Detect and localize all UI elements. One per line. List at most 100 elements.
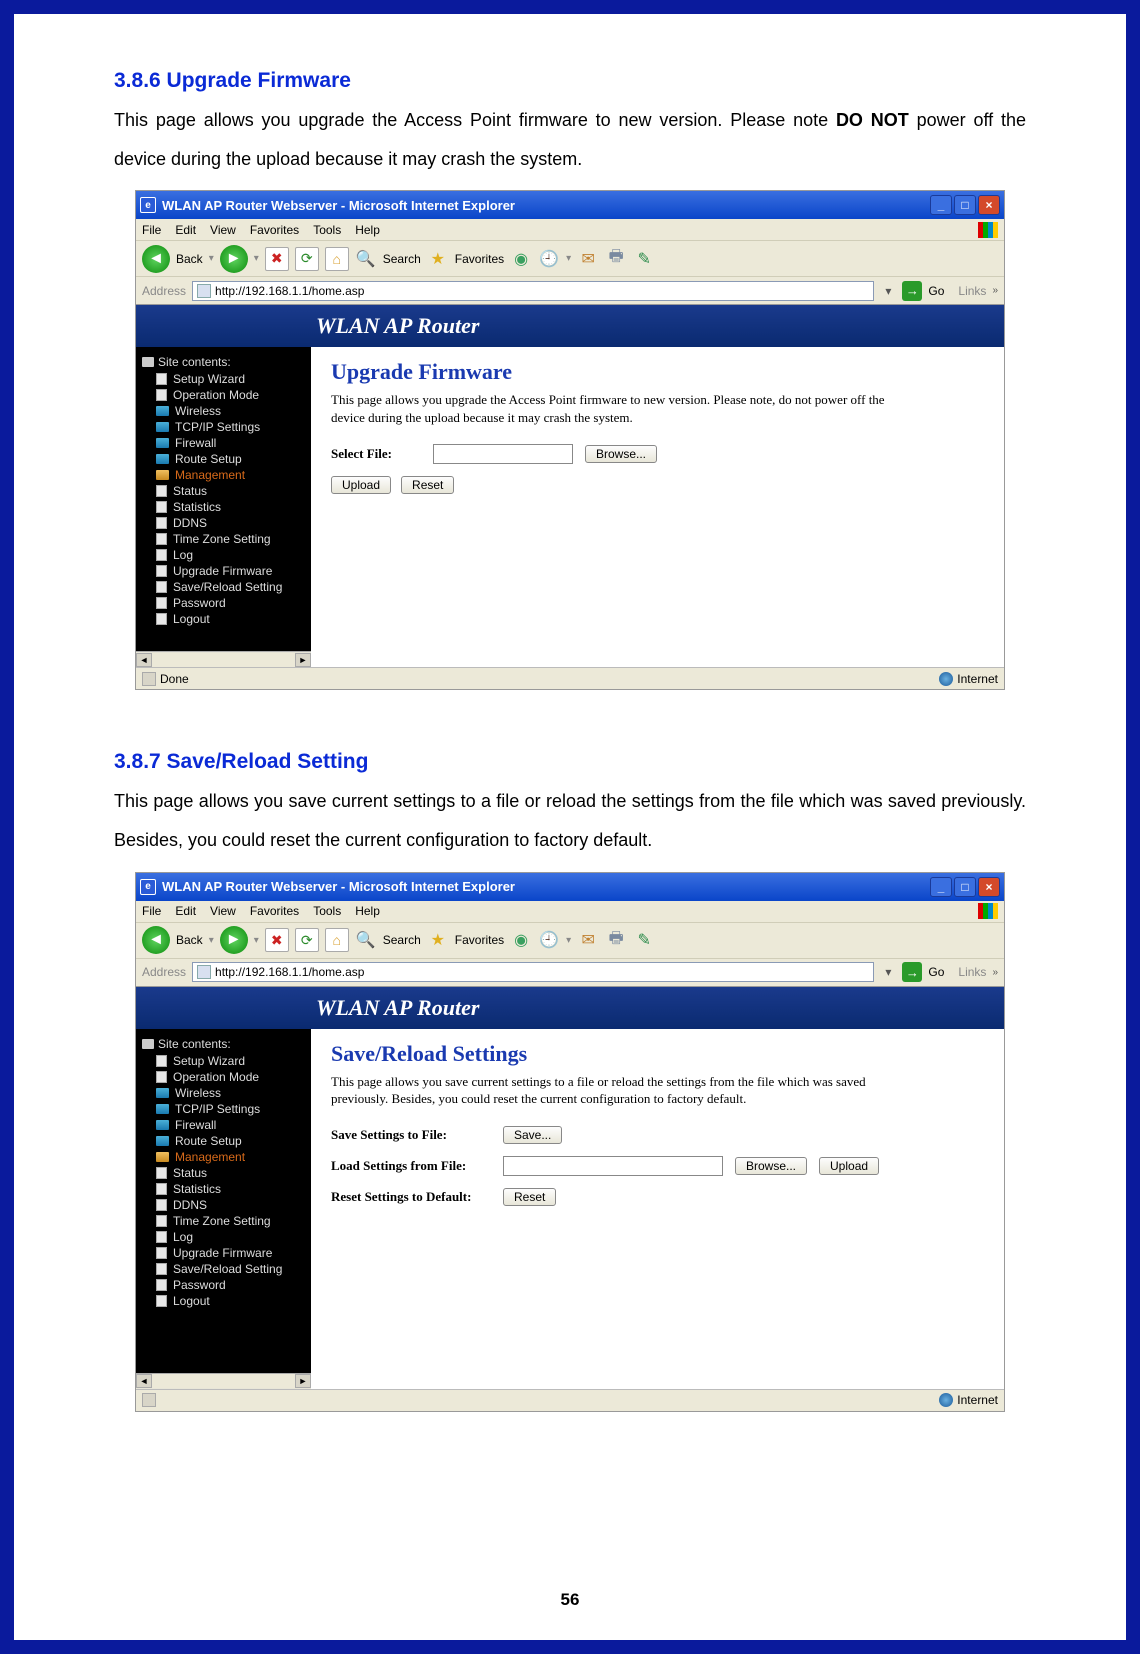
menu-favorites[interactable]: Favorites <box>250 904 299 918</box>
menu-favorites[interactable]: Favorites <box>250 223 299 237</box>
print-icon[interactable]: 🖶 <box>605 929 627 951</box>
sidebar-item-statistics[interactable]: Statistics <box>156 499 305 515</box>
menu-view[interactable]: View <box>210 223 236 237</box>
sidebar-item-management[interactable]: Management <box>156 467 305 483</box>
address-input[interactable]: http://192.168.1.1/home.asp <box>192 962 874 982</box>
sidebar-item-tcpip[interactable]: TCP/IP Settings <box>156 1101 305 1117</box>
menu-view[interactable]: View <box>210 904 236 918</box>
sidebar-item-statistics[interactable]: Statistics <box>156 1181 305 1197</box>
edit-icon[interactable]: ✎ <box>633 929 655 951</box>
fwd-dropdown-icon[interactable]: ▾ <box>254 253 259 264</box>
reset-button[interactable]: Reset <box>401 476 454 494</box>
scroll-left-icon[interactable]: ◄ <box>136 1374 152 1388</box>
sidebar-item-save-reload[interactable]: Save/Reload Setting <box>156 1261 305 1277</box>
sidebar-scrollbar[interactable]: ◄ ► <box>136 1373 311 1389</box>
scroll-left-icon[interactable]: ◄ <box>136 653 152 667</box>
sidebar-item-ddns[interactable]: DDNS <box>156 1197 305 1213</box>
go-button[interactable]: → <box>902 962 922 982</box>
menu-help[interactable]: Help <box>355 223 380 237</box>
sidebar-item-wireless[interactable]: Wireless <box>156 403 305 419</box>
menu-edit[interactable]: Edit <box>175 904 196 918</box>
home-button[interactable]: ⌂ <box>325 928 349 952</box>
refresh-button[interactable]: ⟳ <box>295 928 319 952</box>
browse-button[interactable]: Browse... <box>585 445 657 463</box>
back-button[interactable]: ◄ <box>142 245 170 273</box>
stop-button[interactable]: ✖ <box>265 247 289 271</box>
browse-button[interactable]: Browse... <box>735 1157 807 1175</box>
sidebar-item-timezone[interactable]: Time Zone Setting <box>156 1213 305 1229</box>
media-icon[interactable]: ◉ <box>510 929 532 951</box>
menu-help[interactable]: Help <box>355 904 380 918</box>
address-input[interactable]: http://192.168.1.1/home.asp <box>192 281 874 301</box>
favorites-icon[interactable]: ★ <box>427 248 449 270</box>
sidebar-item-logout[interactable]: Logout <box>156 611 305 627</box>
file-input[interactable] <box>433 444 573 464</box>
back-dropdown-icon[interactable]: ▾ <box>209 253 214 264</box>
scroll-right-icon[interactable]: ► <box>295 653 311 667</box>
minimize-button[interactable]: _ <box>930 877 952 897</box>
maximize-button[interactable]: □ <box>954 877 976 897</box>
sidebar-item-status[interactable]: Status <box>156 483 305 499</box>
links-label[interactable]: Links <box>958 284 986 298</box>
sidebar-item-setup-wizard[interactable]: Setup Wizard <box>156 371 305 387</box>
sidebar-item-setup-wizard[interactable]: Setup Wizard <box>156 1053 305 1069</box>
sidebar-item-operation-mode[interactable]: Operation Mode <box>156 387 305 403</box>
close-button[interactable]: × <box>978 195 1000 215</box>
sidebar-item-status[interactable]: Status <box>156 1165 305 1181</box>
mail-icon[interactable]: ✉ <box>577 929 599 951</box>
edit-icon[interactable]: ✎ <box>633 248 655 270</box>
history-icon[interactable]: 🕘 <box>538 248 560 270</box>
refresh-button[interactable]: ⟳ <box>295 247 319 271</box>
menu-tools[interactable]: Tools <box>313 904 341 918</box>
favorites-icon[interactable]: ★ <box>427 929 449 951</box>
sidebar-item-upgrade-firmware[interactable]: Upgrade Firmware <box>156 563 305 579</box>
sidebar-item-ddns[interactable]: DDNS <box>156 515 305 531</box>
sidebar-item-log[interactable]: Log <box>156 1229 305 1245</box>
sidebar-item-save-reload[interactable]: Save/Reload Setting <box>156 579 305 595</box>
links-chevron-icon[interactable]: » <box>992 967 998 978</box>
forward-button[interactable]: ► <box>220 926 248 954</box>
sidebar-item-timezone[interactable]: Time Zone Setting <box>156 531 305 547</box>
sidebar-item-firewall[interactable]: Firewall <box>156 1117 305 1133</box>
sidebar-item-password[interactable]: Password <box>156 1277 305 1293</box>
sidebar-item-firewall[interactable]: Firewall <box>156 435 305 451</box>
upload-button[interactable]: Upload <box>331 476 391 494</box>
sidebar-item-route-setup[interactable]: Route Setup <box>156 451 305 467</box>
menu-edit[interactable]: Edit <box>175 223 196 237</box>
sidebar-item-management[interactable]: Management <box>156 1149 305 1165</box>
menu-file[interactable]: File <box>142 223 161 237</box>
sidebar-scrollbar[interactable]: ◄ ► <box>136 651 311 667</box>
upload-button[interactable]: Upload <box>819 1157 879 1175</box>
sidebar-item-upgrade-firmware[interactable]: Upgrade Firmware <box>156 1245 305 1261</box>
links-chevron-icon[interactable]: » <box>992 285 998 296</box>
search-icon[interactable]: 🔍 <box>355 248 377 270</box>
forward-button[interactable]: ► <box>220 245 248 273</box>
menu-file[interactable]: File <box>142 904 161 918</box>
save-button[interactable]: Save... <box>503 1126 562 1144</box>
history-icon[interactable]: 🕘 <box>538 929 560 951</box>
sidebar-item-operation-mode[interactable]: Operation Mode <box>156 1069 305 1085</box>
sidebar-item-log[interactable]: Log <box>156 547 305 563</box>
sidebar-item-logout[interactable]: Logout <box>156 1293 305 1309</box>
back-button[interactable]: ◄ <box>142 926 170 954</box>
close-button[interactable]: × <box>978 877 1000 897</box>
back-dropdown-icon[interactable]: ▾ <box>209 935 214 946</box>
print-icon[interactable]: 🖶 <box>605 248 627 270</box>
mail-icon[interactable]: ✉ <box>577 248 599 270</box>
search-icon[interactable]: 🔍 <box>355 929 377 951</box>
media-icon[interactable]: ◉ <box>510 248 532 270</box>
address-dropdown-icon[interactable]: ▾ <box>880 965 896 979</box>
go-button[interactable]: → <box>902 281 922 301</box>
sidebar-item-password[interactable]: Password <box>156 595 305 611</box>
load-file-input[interactable] <box>503 1156 723 1176</box>
menu-tools[interactable]: Tools <box>313 223 341 237</box>
stop-button[interactable]: ✖ <box>265 928 289 952</box>
fwd-dropdown-icon[interactable]: ▾ <box>254 935 259 946</box>
links-label[interactable]: Links <box>958 965 986 979</box>
address-dropdown-icon[interactable]: ▾ <box>880 284 896 298</box>
sidebar-item-tcpip[interactable]: TCP/IP Settings <box>156 419 305 435</box>
scroll-right-icon[interactable]: ► <box>295 1374 311 1388</box>
reset-button[interactable]: Reset <box>503 1188 556 1206</box>
sidebar-item-route-setup[interactable]: Route Setup <box>156 1133 305 1149</box>
minimize-button[interactable]: _ <box>930 195 952 215</box>
